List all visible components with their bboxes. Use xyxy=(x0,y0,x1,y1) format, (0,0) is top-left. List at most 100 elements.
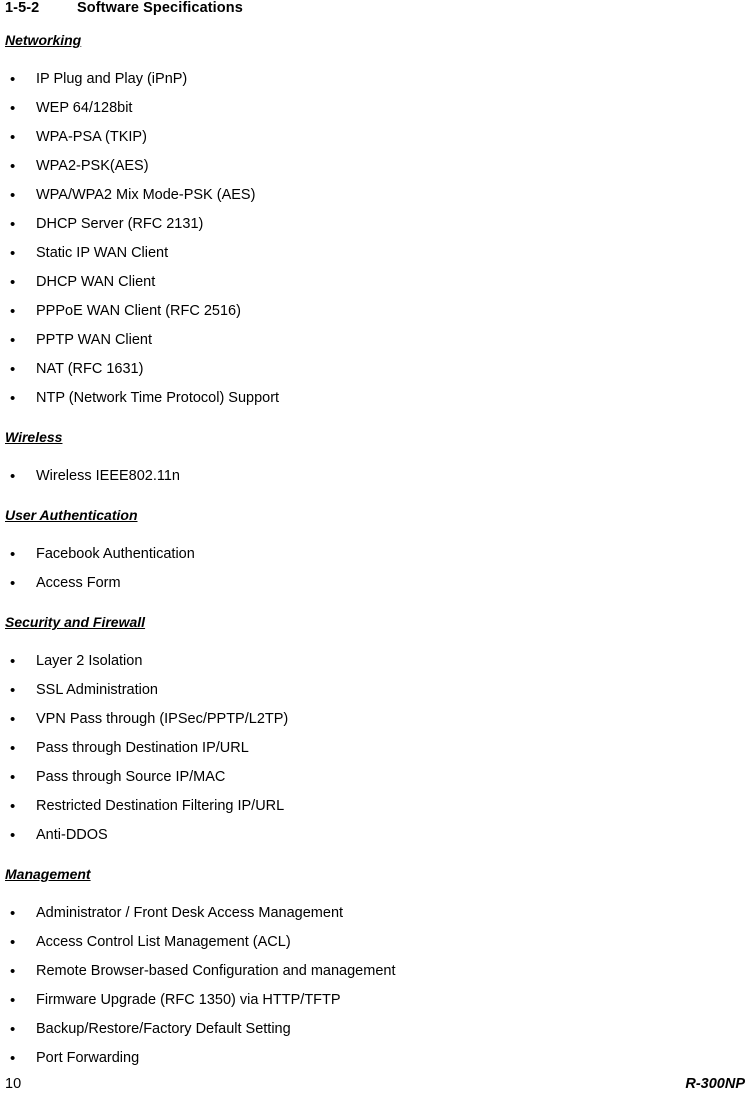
list-item: • DHCP Server (RFC 2131) xyxy=(0,210,751,239)
list-item-label: WPA/WPA2 Mix Mode-PSK (AES) xyxy=(36,187,256,203)
list-item-label: VPN Pass through (IPSec/PPTP/L2TP) xyxy=(36,711,289,727)
list-item-label: Pass through Source IP/MAC xyxy=(36,769,226,785)
feature-list: • Layer 2 Isolation • SSL Administration • VP… xyxy=(0,647,751,850)
heading-spacer xyxy=(0,50,751,65)
bullet-icon: • xyxy=(10,769,16,786)
bullet-icon: • xyxy=(10,390,16,407)
list-item: • NAT (RFC 1631) xyxy=(0,355,751,384)
bullet-icon: • xyxy=(10,468,16,485)
list-item-label: Restricted Destination Filtering IP/URL xyxy=(36,798,285,814)
heading-spacer xyxy=(0,525,751,540)
list-item-label: NTP (Network Time Protocol) Support xyxy=(36,390,280,406)
list-item-label: Static IP WAN Client xyxy=(36,245,169,261)
bullet-icon: • xyxy=(10,361,16,378)
section-heading: Networking xyxy=(0,30,751,50)
list-item-label: Access Control List Management (ACL) xyxy=(36,934,291,950)
list-item-label: IP Plug and Play (iPnP) xyxy=(36,71,188,87)
list-item: • Administrator / Front Desk Access Manag… xyxy=(0,899,751,928)
list-item: • WEP 64/128bit xyxy=(0,94,751,123)
list-item: • Layer 2 Isolation xyxy=(0,647,751,676)
list-item-label: Wireless IEEE802.11n xyxy=(36,468,180,484)
list-item-label: WPA2-PSK(AES) xyxy=(36,158,149,174)
bullet-icon: • xyxy=(10,129,16,146)
bullet-icon: • xyxy=(10,963,16,980)
list-item: • SSL Administration xyxy=(0,676,751,705)
list-item: • Remote Browser-based Configuration and … xyxy=(0,957,751,986)
list-item-label: DHCP Server (RFC 2131) xyxy=(36,216,204,232)
list-item-label: NAT (RFC 1631) xyxy=(36,361,144,377)
list-item: • Pass through Source IP/MAC xyxy=(0,763,751,792)
bullet-icon: • xyxy=(10,187,16,204)
list-item: • Pass through Destination IP/URL xyxy=(0,734,751,763)
list-item: • Firmware Upgrade (RFC 1350) via HTTP/TF… xyxy=(0,986,751,1015)
list-item-label: Remote Browser-based Configuration and m… xyxy=(36,963,396,979)
bullet-icon: • xyxy=(10,711,16,728)
list-item: • NTP (Network Time Protocol) Support xyxy=(0,384,751,413)
section-heading-text: Management xyxy=(5,866,91,882)
feature-list: • IP Plug and Play (iPnP) • WEP 64/128bit • W… xyxy=(0,65,751,413)
bullet-icon: • xyxy=(10,1021,16,1038)
section-heading: User Authentication xyxy=(0,505,751,525)
bullet-icon: • xyxy=(10,575,16,592)
feature-list: • Facebook Authentication • Access Form xyxy=(0,540,751,598)
list-item: • PPPoE WAN Client (RFC 2516) xyxy=(0,297,751,326)
list-item: • Port Forwarding xyxy=(0,1044,751,1073)
bullet-icon: • xyxy=(10,992,16,1009)
document-content: Networking • IP Plug and Play (iPnP) • WEP 6… xyxy=(0,30,751,1073)
bullet-icon: • xyxy=(10,905,16,922)
list-item-label: Firmware Upgrade (RFC 1350) via HTTP/TFT… xyxy=(36,992,341,1008)
list-item: • Static IP WAN Client xyxy=(0,239,751,268)
list-item-label: Anti-DDOS xyxy=(36,827,108,843)
list-item: • Facebook Authentication xyxy=(0,540,751,569)
list-item: • Access Form xyxy=(0,569,751,598)
bullet-icon: • xyxy=(10,546,16,563)
list-item: • Access Control List Management (ACL) xyxy=(0,928,751,957)
section-heading: Wireless xyxy=(0,427,751,447)
list-item-label: Access Form xyxy=(36,575,121,591)
bullet-icon: • xyxy=(10,303,16,320)
section-title-text: Software Specifications xyxy=(77,0,243,16)
list-item-label: Administrator / Front Desk Access Manage… xyxy=(36,905,344,921)
list-item-label: Layer 2 Isolation xyxy=(36,653,143,669)
page-footer: 10 R-300NP xyxy=(0,1072,751,1094)
list-item: • Anti-DDOS xyxy=(0,821,751,850)
bullet-icon: • xyxy=(10,682,16,699)
list-item: • WPA/WPA2 Mix Mode-PSK (AES) xyxy=(0,181,751,210)
section-heading-text: Networking xyxy=(5,32,82,48)
bullet-icon: • xyxy=(10,1050,16,1067)
bullet-icon: • xyxy=(10,934,16,951)
list-item: • WPA-PSA (TKIP) xyxy=(0,123,751,152)
bullet-icon: • xyxy=(10,216,16,233)
bullet-icon: • xyxy=(10,740,16,757)
bullet-icon: • xyxy=(10,71,16,88)
bullet-icon: • xyxy=(10,274,16,291)
bullet-icon: • xyxy=(10,245,16,262)
list-item-label: Facebook Authentication xyxy=(36,546,195,562)
section-heading-text: Wireless xyxy=(5,429,63,445)
heading-spacer xyxy=(0,447,751,462)
list-item-label: WEP 64/128bit xyxy=(36,100,133,116)
list-item-label: Backup/Restore/Factory Default Setting xyxy=(36,1021,291,1037)
page-title: 1-5-2 Software Specifications xyxy=(5,0,243,16)
list-item: • Wireless IEEE802.11n xyxy=(0,462,751,491)
list-item-label: WPA-PSA (TKIP) xyxy=(36,129,147,145)
heading-spacer xyxy=(0,632,751,647)
section-heading: Management xyxy=(0,864,751,884)
bullet-icon: • xyxy=(10,100,16,117)
feature-list: • Wireless IEEE802.11n xyxy=(0,462,751,491)
list-item: • IP Plug and Play (iPnP) xyxy=(0,65,751,94)
footer-page-number: 10 xyxy=(5,1076,22,1092)
heading-spacer xyxy=(0,884,751,899)
list-item: • WPA2-PSK(AES) xyxy=(0,152,751,181)
footer-model-name: R-300NP xyxy=(685,1076,745,1092)
list-item: • PPTP WAN Client xyxy=(0,326,751,355)
section-heading-text: Security and Firewall xyxy=(5,614,146,630)
list-item: • Backup/Restore/Factory Default Setting xyxy=(0,1015,751,1044)
list-item-label: PPPoE WAN Client (RFC 2516) xyxy=(36,303,241,319)
bullet-icon: • xyxy=(10,653,16,670)
document-page: 1-5-2 Software Specifications Networking… xyxy=(0,0,751,1108)
